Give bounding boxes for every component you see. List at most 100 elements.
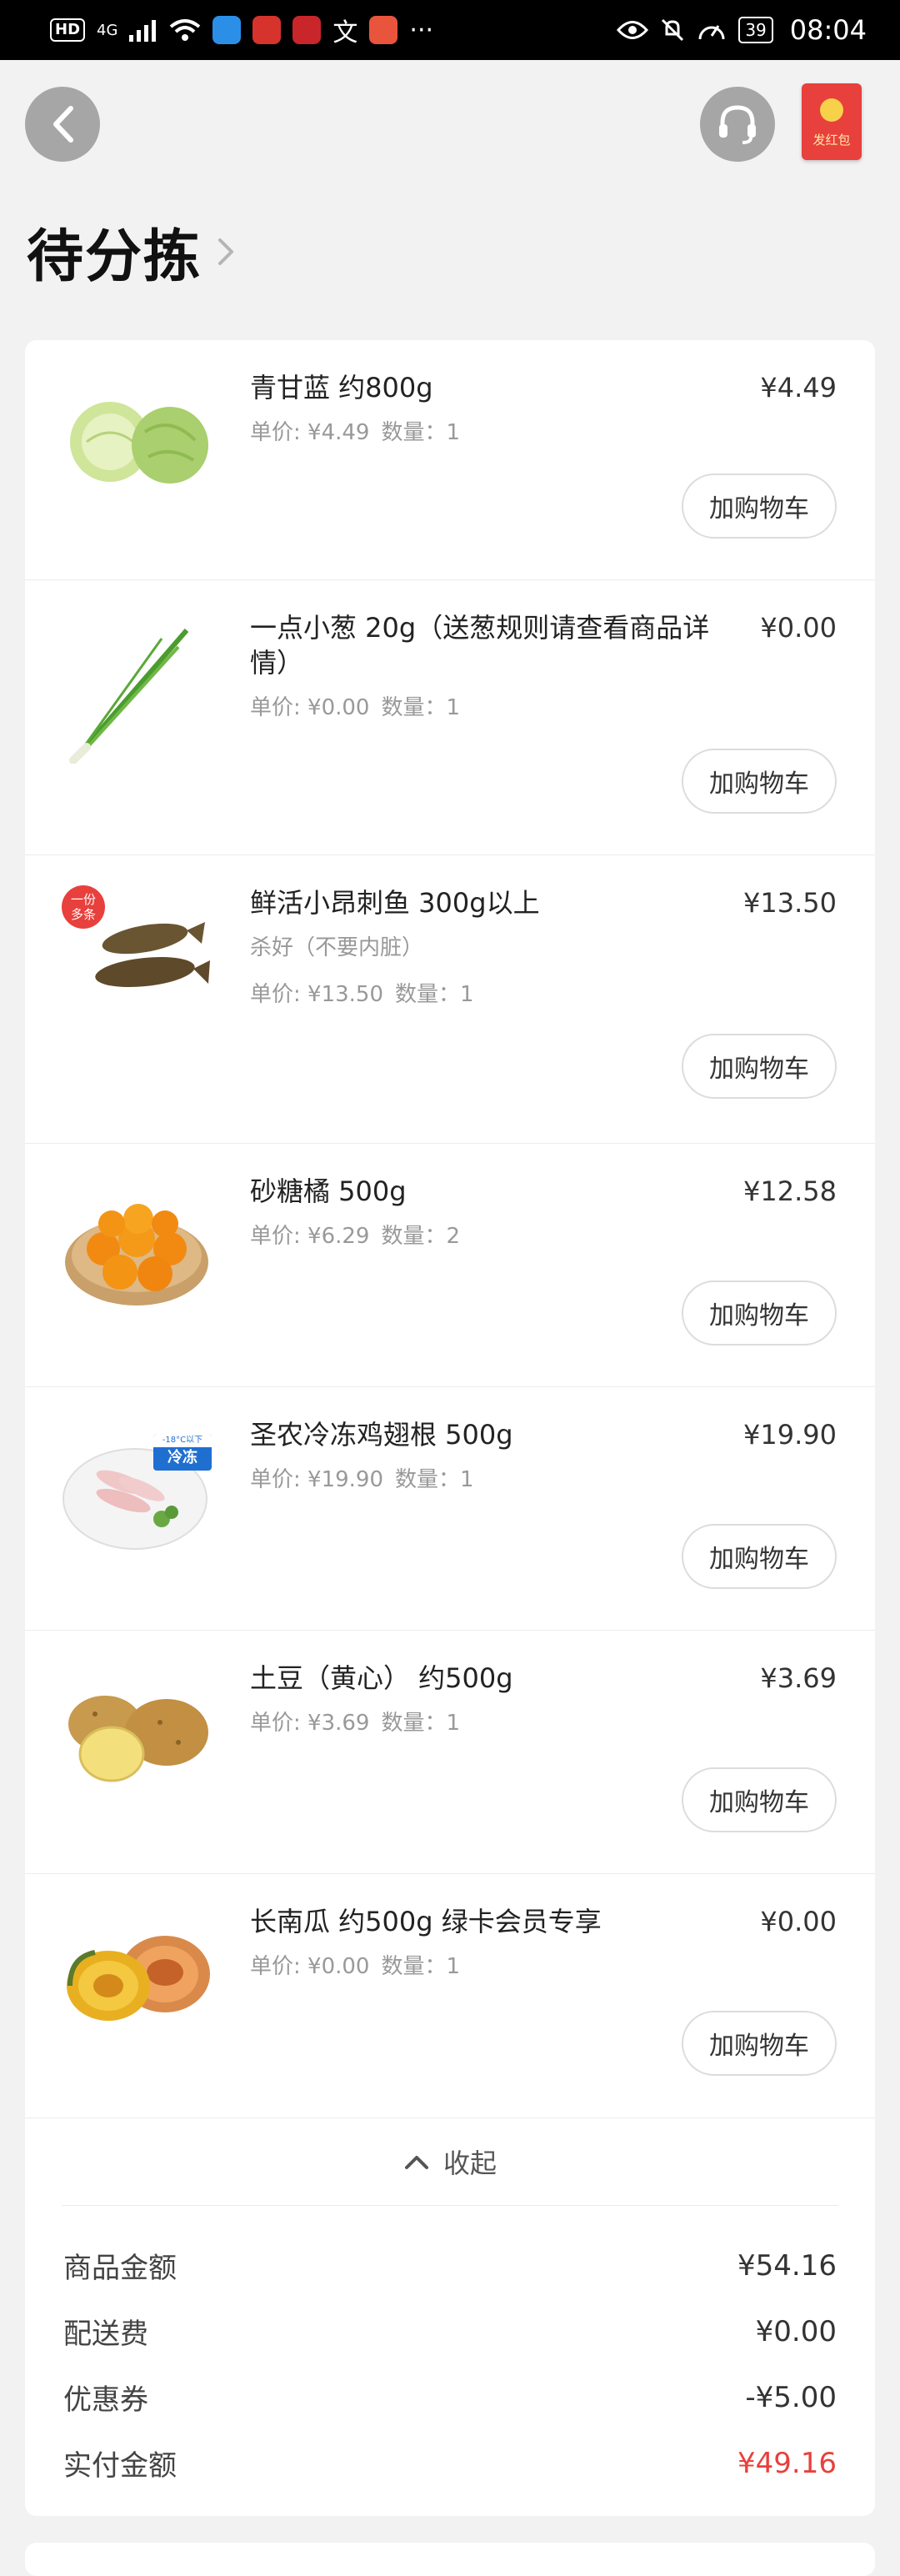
add-to-cart-button[interactable]: 加购物车 bbox=[682, 2011, 837, 2076]
quantity-value: 1 bbox=[446, 420, 461, 445]
scallion-image bbox=[69, 629, 189, 764]
coupon-value: -¥5.00 bbox=[745, 2380, 837, 2414]
order-card: 青甘蓝 约800g ¥4.49 单价: ¥4.49 数量：1 加购物车 一点小葱 … bbox=[25, 340, 875, 2516]
clock: 08:04 bbox=[789, 14, 867, 46]
unit-price-label: 单价: bbox=[250, 695, 308, 720]
unit-price-value: ¥3.69 bbox=[308, 1711, 370, 1736]
quantity-label: 数量： bbox=[381, 420, 447, 445]
chicken-wings-image: -18°C以下 冷冻 bbox=[62, 1412, 212, 1562]
app-notification-icon bbox=[369, 16, 398, 44]
next-card-edge bbox=[25, 2543, 875, 2576]
cabbage-image bbox=[70, 402, 208, 484]
paid-amount-value: ¥49.16 bbox=[738, 2446, 837, 2480]
item-name: 土豆（黄心） 约500g bbox=[250, 1662, 513, 1694]
goods-amount-label: 商品金额 bbox=[63, 2252, 177, 2285]
wifi-icon bbox=[170, 19, 201, 41]
collapse-toggle[interactable]: 收起 bbox=[62, 2118, 838, 2206]
item-meta: 单价: ¥0.00 数量：1 bbox=[250, 694, 460, 722]
frozen-badge: -18°C以下 冷冻 bbox=[153, 1434, 212, 1471]
item-name: 圣农冷冻鸡翅根 500g bbox=[250, 1419, 513, 1451]
quantity-value: 1 bbox=[460, 1467, 474, 1492]
item-name: 青甘蓝 约800g bbox=[250, 372, 433, 403]
unit-price-label: 单价: bbox=[250, 1224, 308, 1249]
mandarins-image bbox=[65, 1204, 208, 1306]
status-bar: HD 4G 文 ··· 39 08:04 bbox=[0, 0, 900, 60]
summary-row-paid: 实付金额 ¥49.16 bbox=[63, 2430, 837, 2496]
quantity-label: 数量： bbox=[381, 1711, 447, 1736]
unit-price-value: ¥19.90 bbox=[308, 1467, 384, 1492]
pumpkin-image bbox=[67, 1936, 210, 2021]
red-packet-button[interactable]: 发红包 bbox=[802, 83, 862, 160]
network-label: 4G bbox=[97, 21, 118, 39]
item-price: ¥0.00 bbox=[760, 612, 837, 644]
top-bar: 发红包 bbox=[0, 60, 900, 185]
battery-icon: 39 bbox=[738, 17, 773, 43]
paid-amount-label: 实付金额 bbox=[63, 2449, 177, 2483]
unit-price-label: 单价: bbox=[250, 1711, 308, 1736]
app-notification-icon bbox=[212, 16, 242, 44]
coin-icon bbox=[820, 98, 843, 122]
item-meta: 单价: ¥6.29 数量：2 bbox=[250, 1222, 460, 1250]
quantity-value: 1 bbox=[460, 982, 474, 1007]
quantity-value: 2 bbox=[446, 1224, 461, 1249]
unit-price-label: 单价: bbox=[250, 420, 308, 445]
item-meta: 单价: ¥4.49 数量：1 bbox=[250, 418, 460, 447]
delivery-fee-label: 配送费 bbox=[63, 2318, 148, 2351]
chevron-up-icon bbox=[404, 2156, 428, 2169]
order-summary: 商品金额 ¥54.16 配送费 ¥0.00 优惠券 -¥5.00 实付金额 ¥4… bbox=[25, 2206, 875, 2496]
chevron-right-icon bbox=[218, 238, 234, 265]
add-to-cart-button[interactable]: 加购物车 bbox=[682, 1524, 837, 1589]
add-to-cart-button[interactable]: 加购物车 bbox=[682, 1034, 837, 1099]
item-list: 青甘蓝 约800g ¥4.49 单价: ¥4.49 数量：1 加购物车 一点小葱 … bbox=[25, 340, 875, 2117]
headset-icon bbox=[719, 105, 756, 144]
unit-price-value: ¥4.49 bbox=[308, 420, 370, 445]
quantity-label: 数量： bbox=[395, 982, 461, 1007]
chevron-left-icon bbox=[53, 106, 73, 143]
unit-price-value: ¥0.00 bbox=[308, 1954, 370, 1979]
quantity-label: 数量： bbox=[381, 1224, 447, 1249]
list-item: 一点小葱 20g（送葱规则请查看商品详情） ¥0.00 单价: ¥0.00 数量：… bbox=[25, 580, 875, 855]
item-price: ¥3.69 bbox=[760, 1662, 837, 1694]
item-note: 杀好（不要内脏） bbox=[250, 935, 424, 960]
item-meta: 单价: ¥19.90 数量：1 bbox=[250, 1466, 474, 1494]
frozen-badge-temp: -18°C以下 bbox=[153, 1434, 212, 1447]
item-price: ¥0.00 bbox=[760, 1906, 837, 1937]
add-to-cart-button[interactable]: 加购物车 bbox=[682, 749, 837, 814]
item-name: 砂糖橘 500g bbox=[250, 1175, 407, 1207]
item-name: 长南瓜 约500g 绿卡会员专享 bbox=[250, 1906, 602, 1937]
customer-service-button[interactable] bbox=[700, 87, 775, 162]
back-button[interactable] bbox=[25, 87, 100, 162]
fish-image: 一份多条 bbox=[62, 880, 212, 1030]
item-price: ¥4.49 bbox=[760, 372, 837, 403]
add-to-cart-button[interactable]: 加购物车 bbox=[682, 1280, 837, 1346]
delivery-fee-value: ¥0.00 bbox=[755, 2314, 837, 2348]
list-item: 土豆（黄心） 约500g ¥3.69 单价: ¥3.69 数量：1 加购物车 bbox=[25, 1631, 875, 1874]
quantity-label: 数量： bbox=[381, 695, 447, 720]
item-name: 鲜活小昂刺鱼 300g以上 bbox=[250, 887, 540, 919]
app-notification-icon: 文 bbox=[332, 18, 358, 48]
more-notifications-icon: ··· bbox=[409, 15, 434, 45]
goods-amount-value: ¥54.16 bbox=[738, 2248, 837, 2283]
coupon-label: 优惠券 bbox=[63, 2383, 148, 2417]
collapse-label: 收起 bbox=[442, 2148, 497, 2179]
status-bar-right: 39 08:04 bbox=[617, 14, 867, 46]
add-to-cart-button[interactable]: 加购物车 bbox=[682, 1767, 837, 1832]
signal-icon bbox=[129, 20, 157, 42]
item-price: ¥12.58 bbox=[743, 1175, 837, 1207]
frozen-badge-label: 冷冻 bbox=[168, 1449, 198, 1466]
page-title-link[interactable]: 待分拣 bbox=[27, 210, 238, 293]
mute-icon bbox=[662, 18, 684, 42]
unit-price-value: ¥13.50 bbox=[308, 982, 384, 1007]
item-price: ¥13.50 bbox=[743, 887, 837, 919]
quantity-value: 1 bbox=[446, 695, 461, 720]
red-packet-label: 发红包 bbox=[812, 133, 851, 148]
list-item: 砂糖橘 500g ¥12.58 单价: ¥6.29 数量：2 加购物车 bbox=[25, 1144, 875, 1387]
quantity-label: 数量： bbox=[395, 1467, 461, 1492]
potato-image bbox=[68, 1696, 208, 1782]
page-title: 待分拣 bbox=[27, 224, 202, 290]
unit-price-value: ¥6.29 bbox=[308, 1224, 370, 1249]
item-meta: 单价: ¥0.00 数量：1 bbox=[250, 1952, 460, 1981]
add-to-cart-button[interactable]: 加购物车 bbox=[682, 474, 837, 539]
summary-row-delivery: 配送费 ¥0.00 bbox=[63, 2298, 837, 2364]
unit-price-value: ¥0.00 bbox=[308, 695, 370, 720]
